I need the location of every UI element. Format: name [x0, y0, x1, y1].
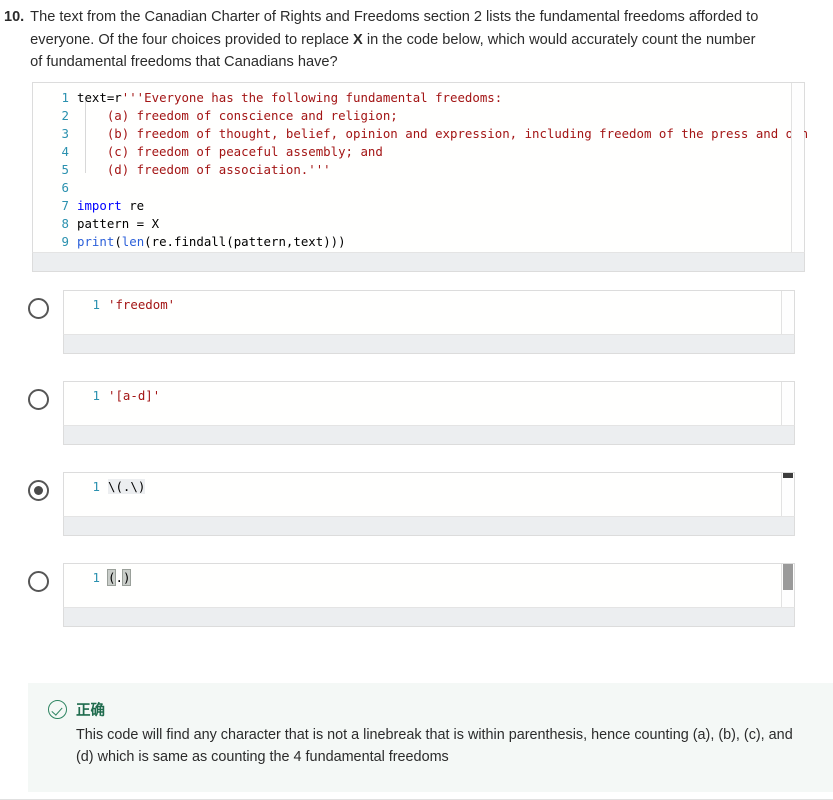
main-code-vertical-scrollbar[interactable] — [791, 82, 804, 252]
radio-option-a[interactable] — [28, 297, 49, 319]
line-number: 3 — [61, 125, 69, 141]
main-code-rows: 1 text=r'''Everyone has the following fun… — [33, 89, 809, 251]
scrollbar-thumb[interactable] — [783, 563, 793, 590]
scrollbar-thumb[interactable] — [783, 472, 793, 478]
code-text: (d) freedom of association.''' — [77, 161, 804, 179]
question-x-token: X — [353, 31, 363, 48]
code-line: 9 print(len(re.findall(pattern,text))) — [33, 233, 804, 251]
question-number: 10. — [4, 9, 25, 25]
code-text: '[a-d]' — [108, 387, 794, 405]
code-line: 4 (c) freedom of peaceful assembly; and — [33, 143, 804, 161]
line-number: 1 — [92, 478, 100, 494]
feedback-panel: 正确 This code will find any character tha… — [28, 683, 833, 792]
option-code-block: 1 \(.\) — [63, 471, 795, 536]
radio-option-d[interactable] — [28, 570, 49, 592]
code-line: 8 pattern = X — [33, 215, 804, 233]
code-text: text=r'''Everyone has the following fund… — [77, 89, 804, 107]
code-text: \(.\) — [108, 478, 794, 496]
main-code-editor[interactable]: 1 text=r'''Everyone has the following fun… — [32, 81, 809, 252]
code-token: (c) freedom of peaceful assembly; and — [77, 143, 383, 159]
option-code-editor[interactable]: 1 'freedom' — [63, 289, 795, 334]
question-prompt: 10. The text from the Canadian Charter o… — [0, 0, 833, 74]
feedback-title: 正确 — [76, 703, 105, 719]
code-text: (a) freedom of conscience and religion; — [77, 107, 804, 125]
answer-option[interactable]: 1 'freedom' — [28, 289, 795, 354]
option-code-block: 1 'freedom' — [63, 289, 795, 354]
code-token: re — [121, 197, 145, 213]
option-code-editor[interactable]: 1 (.) — [63, 562, 795, 607]
code-token: text=r — [77, 89, 122, 105]
code-line: 7 import re — [33, 197, 804, 215]
main-code-block: 1 text=r'''Everyone has the following fun… — [0, 74, 833, 272]
code-line: 1 \(.\) — [64, 478, 794, 496]
code-line: 1 '[a-d]' — [64, 387, 794, 405]
code-text: print(len(re.findall(pattern,text))) — [77, 233, 804, 251]
code-token: 'freedom' — [108, 296, 176, 312]
code-token: (b) freedom of thought, belief, opinion … — [77, 125, 809, 141]
code-line: 6 — [33, 179, 804, 197]
check-circle-icon — [48, 700, 67, 719]
code-token: (a) freedom of conscience and religion; — [77, 107, 398, 123]
answer-option[interactable]: 1 (.) — [28, 562, 795, 627]
option-code-block: 1 '[a-d]' — [63, 380, 795, 445]
option-code-editor[interactable]: 1 '[a-d]' — [63, 380, 795, 425]
line-number: 8 — [61, 215, 69, 231]
option-code-block: 1 (.) — [63, 562, 795, 627]
code-text: import re — [77, 197, 804, 215]
code-line: 2 (a) freedom of conscience and religion… — [33, 107, 804, 125]
line-number: 1 — [61, 89, 69, 105]
code-text: 'freedom' — [108, 296, 794, 314]
option-code-editor[interactable]: 1 \(.\) — [63, 471, 795, 516]
line-number: 5 — [61, 161, 69, 177]
code-token: '''Everyone has the following fundamenta… — [121, 89, 503, 105]
code-token: (re.findall(pattern,text))) — [144, 233, 346, 249]
answer-option[interactable]: 1 '[a-d]' — [28, 380, 795, 445]
option-horizontal-scrollbar[interactable] — [63, 606, 795, 627]
code-token: print — [77, 233, 115, 249]
answer-option[interactable]: 1 \(.\) — [28, 471, 795, 536]
code-line: 1 'freedom' — [64, 296, 794, 314]
option-horizontal-scrollbar[interactable] — [63, 515, 795, 536]
option-vertical-scrollbar[interactable] — [781, 472, 794, 516]
code-text: (b) freedom of thought, belief, opinion … — [77, 125, 808, 143]
line-number: 6 — [61, 179, 69, 195]
option-horizontal-scrollbar[interactable] — [63, 424, 795, 445]
option-vertical-scrollbar[interactable] — [781, 563, 794, 607]
radio-option-c[interactable] — [28, 479, 49, 501]
line-number: 1 — [92, 296, 100, 312]
feedback-body: This code will find any character that i… — [76, 727, 793, 765]
line-number: 7 — [61, 197, 69, 213]
code-line: 1 (.) — [64, 568, 794, 587]
option-vertical-scrollbar[interactable] — [781, 290, 794, 334]
line-number: 4 — [61, 143, 69, 159]
code-line: 1 text=r'''Everyone has the following fun… — [33, 89, 804, 107]
line-number: 9 — [61, 233, 69, 249]
code-token: len — [121, 233, 145, 249]
line-number: 1 — [92, 569, 100, 585]
code-token: import — [77, 197, 122, 213]
code-token: ) — [121, 568, 132, 586]
code-line: 3 (b) freedom of thought, belief, opinio… — [33, 125, 809, 143]
code-token: \(.\) — [108, 478, 146, 494]
code-text: pattern = X — [77, 215, 804, 233]
line-number: 1 — [92, 387, 100, 403]
code-token: (d) freedom of association.''' — [77, 161, 331, 177]
code-text: (.) — [106, 568, 794, 587]
question-text: The text from the Canadian Charter of Ri… — [30, 6, 766, 74]
code-token: pattern = X — [77, 215, 160, 231]
code-token: . — [115, 569, 123, 585]
line-number: 2 — [61, 107, 69, 123]
code-token: ( — [114, 233, 122, 249]
question-page: 10. The text from the Canadian Charter o… — [0, 0, 833, 800]
radio-option-b[interactable] — [28, 388, 49, 410]
option-vertical-scrollbar[interactable] — [781, 381, 794, 425]
code-line: 5 (d) freedom of association.''' — [33, 161, 804, 179]
option-horizontal-scrollbar[interactable] — [63, 333, 795, 354]
code-token: '[a-d]' — [108, 387, 161, 403]
answer-options-list: 1 'freedom' 1 '[a-d]' 1 \(.\) 1 (.) — [0, 272, 833, 627]
feedback-header: 正确 — [48, 699, 813, 720]
main-code-horizontal-scrollbar[interactable] — [32, 251, 805, 272]
indent-guide — [85, 100, 86, 173]
code-text: (c) freedom of peaceful assembly; and — [77, 143, 804, 161]
